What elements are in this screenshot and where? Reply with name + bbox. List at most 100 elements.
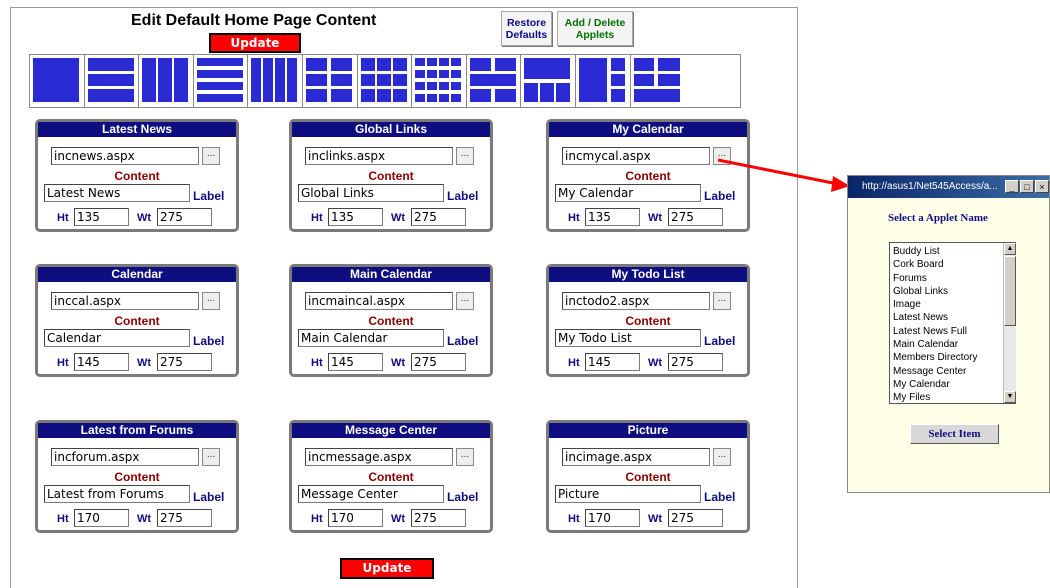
applet-list-item[interactable]: Cork Board xyxy=(893,258,1015,271)
applet-list-item[interactable]: Buddy List xyxy=(893,245,1015,258)
applet-file-field[interactable]: incnews.aspx xyxy=(51,147,199,165)
applet-panel: My Calendar incmycal.aspx ... Content My… xyxy=(546,119,750,232)
label-field[interactable]: Message Center xyxy=(298,485,444,503)
label-field[interactable]: Global Links xyxy=(298,184,444,202)
listbox-scrollbar[interactable]: ▲ ▼ xyxy=(1003,243,1016,403)
label-field[interactable]: Main Calendar xyxy=(298,329,444,347)
height-field[interactable]: 135 xyxy=(74,208,129,226)
applet-list-item[interactable]: Global Links xyxy=(893,285,1015,298)
update-button-top[interactable]: Update xyxy=(209,33,301,53)
layout-option-4[interactable] xyxy=(194,55,249,107)
add-delete-applets-button[interactable]: Add / Delete Applets xyxy=(557,11,633,46)
width-field[interactable]: 275 xyxy=(668,353,723,371)
minimize-icon[interactable]: _ xyxy=(1005,180,1019,193)
panel-title: Message Center xyxy=(292,423,490,438)
label-field[interactable]: My Calendar xyxy=(555,184,701,202)
height-field[interactable]: 135 xyxy=(328,208,383,226)
width-field[interactable]: 275 xyxy=(411,509,466,527)
label-field[interactable]: Picture xyxy=(555,485,701,503)
applet-list-item[interactable]: Image xyxy=(893,298,1015,311)
applet-file-field[interactable]: inccal.aspx xyxy=(51,292,199,310)
applet-picker-window: http://asus1/Net545Access/a... _ □ × Sel… xyxy=(847,175,1050,493)
applet-file-field[interactable]: incmaincal.aspx xyxy=(305,292,453,310)
layout-option-7[interactable] xyxy=(358,55,413,107)
layout-option-3[interactable] xyxy=(139,55,194,107)
ellipsis-icon[interactable]: ... xyxy=(456,147,474,165)
restore-label-line2: Defaults xyxy=(505,29,548,41)
layout-block xyxy=(196,94,243,102)
applet-list-item[interactable]: My Calendar xyxy=(893,378,1015,391)
width-field[interactable]: 275 xyxy=(668,208,723,226)
scroll-down-icon[interactable]: ▼ xyxy=(1004,391,1016,403)
close-icon[interactable]: × xyxy=(1035,180,1049,193)
applet-list-item[interactable]: Latest News Full xyxy=(893,325,1015,338)
height-field[interactable]: 170 xyxy=(328,509,383,527)
layout-block xyxy=(392,74,407,86)
layout-block xyxy=(657,74,680,86)
applet-file-field[interactable]: inctodo2.aspx xyxy=(562,292,710,310)
applet-list-item[interactable]: Message Center xyxy=(893,365,1015,378)
height-field[interactable]: 170 xyxy=(585,509,640,527)
ellipsis-icon[interactable]: ... xyxy=(202,292,220,310)
layout-block xyxy=(196,70,243,78)
layout-option-5[interactable] xyxy=(248,55,303,107)
layout-block xyxy=(451,82,462,90)
label-field[interactable]: Latest News xyxy=(44,184,190,202)
update-button-bottom[interactable]: Update xyxy=(340,558,434,579)
layout-option-6[interactable] xyxy=(303,55,358,107)
width-caption: Wt xyxy=(391,212,406,224)
applet-list-item[interactable]: My Files xyxy=(893,391,1015,403)
layout-option-12[interactable] xyxy=(631,55,686,107)
applet-file-field[interactable]: inclinks.aspx xyxy=(305,147,453,165)
scroll-thumb[interactable] xyxy=(1004,256,1016,326)
width-field[interactable]: 275 xyxy=(157,509,212,527)
ellipsis-icon[interactable]: ... xyxy=(713,448,731,466)
layout-thumbnail-icon xyxy=(251,58,298,102)
applet-listbox[interactable]: Buddy List Cork Board Forums Global Links Im… xyxy=(889,242,1016,404)
height-field[interactable]: 170 xyxy=(74,509,129,527)
applet-panel: Picture incimage.aspx ... Content Pictur… xyxy=(546,420,750,533)
applet-panel: Message Center incmessage.aspx ... Conte… xyxy=(289,420,493,533)
add-label-line2: Applets xyxy=(575,29,615,41)
layout-thumbnail-icon xyxy=(196,58,243,102)
layout-option-1[interactable] xyxy=(30,55,85,107)
layout-option-8[interactable] xyxy=(412,55,467,107)
width-field[interactable]: 275 xyxy=(157,208,212,226)
restore-defaults-button[interactable]: Restore Defaults xyxy=(501,11,552,46)
ellipsis-icon[interactable]: ... xyxy=(202,448,220,466)
layout-option-11[interactable] xyxy=(576,55,631,107)
ellipsis-icon[interactable]: ... xyxy=(202,147,220,165)
width-field[interactable]: 275 xyxy=(668,509,723,527)
applet-list-item[interactable]: Latest News xyxy=(893,311,1015,324)
height-field[interactable]: 145 xyxy=(328,353,383,371)
applet-list-item[interactable]: Members Directory xyxy=(893,351,1015,364)
applet-list-item[interactable]: Forums xyxy=(893,272,1015,285)
layout-block xyxy=(305,74,327,86)
maximize-icon[interactable]: □ xyxy=(1020,180,1034,193)
applet-file-field[interactable]: incimage.aspx xyxy=(562,448,710,466)
applet-panel: Latest from Forums incforum.aspx ... Con… xyxy=(35,420,239,533)
ellipsis-icon[interactable]: ... xyxy=(713,147,731,165)
applet-file-field[interactable]: incforum.aspx xyxy=(51,448,199,466)
label-field[interactable]: Latest from Forums xyxy=(44,485,190,503)
applet-list-item[interactable]: Main Calendar xyxy=(893,338,1015,351)
ellipsis-icon[interactable]: ... xyxy=(456,292,474,310)
layout-thumbnail-icon xyxy=(633,58,680,102)
width-field[interactable]: 275 xyxy=(157,353,212,371)
height-field[interactable]: 135 xyxy=(585,208,640,226)
height-field[interactable]: 145 xyxy=(74,353,129,371)
ellipsis-icon[interactable]: ... xyxy=(713,292,731,310)
applet-file-field[interactable]: incmessage.aspx xyxy=(305,448,453,466)
layout-option-2[interactable] xyxy=(85,55,140,107)
ellipsis-icon[interactable]: ... xyxy=(456,448,474,466)
select-item-button[interactable]: Select Item xyxy=(910,424,999,444)
height-field[interactable]: 145 xyxy=(585,353,640,371)
label-field[interactable]: Calendar xyxy=(44,329,190,347)
layout-option-10[interactable] xyxy=(521,55,576,107)
layout-option-9[interactable] xyxy=(467,55,522,107)
label-field[interactable]: My Todo List xyxy=(555,329,701,347)
applet-file-field[interactable]: incmycal.aspx xyxy=(562,147,710,165)
width-field[interactable]: 275 xyxy=(411,208,466,226)
scroll-up-icon[interactable]: ▲ xyxy=(1004,243,1016,255)
width-field[interactable]: 275 xyxy=(411,353,466,371)
